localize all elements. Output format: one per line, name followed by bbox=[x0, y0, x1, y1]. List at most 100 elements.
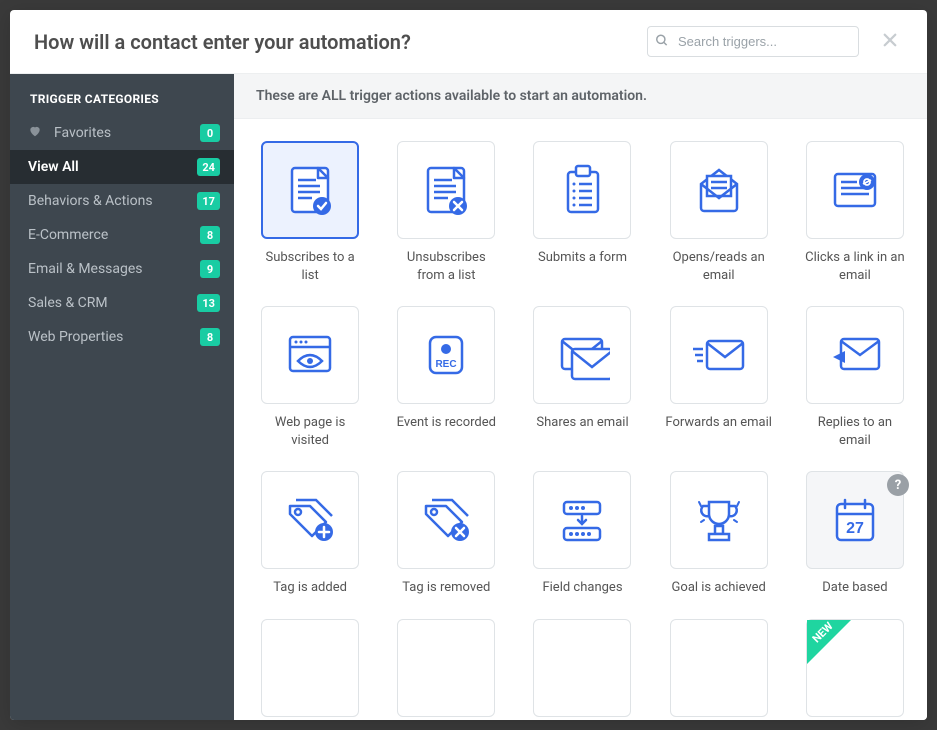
count-badge: 9 bbox=[200, 260, 220, 278]
trigger-label: Goal is achieved bbox=[672, 579, 766, 597]
trigger-card bbox=[670, 471, 768, 569]
envelope-open-icon bbox=[691, 162, 747, 218]
trigger-tile-unsubscribes-from-a-list[interactable]: Unsubscribes from a list bbox=[392, 141, 500, 284]
clipboard-icon bbox=[554, 162, 610, 218]
trigger-card bbox=[670, 141, 768, 239]
sidebar-item-view-all[interactable]: View All24 bbox=[10, 150, 234, 184]
trigger-card bbox=[533, 619, 631, 717]
trigger-tile-forwards-an-email[interactable]: Forwards an email bbox=[665, 306, 773, 449]
sidebar-item-sales-crm[interactable]: Sales & CRM13 bbox=[10, 286, 234, 320]
sidebar-item-email-messages[interactable]: Email & Messages9 bbox=[10, 252, 234, 286]
sidebar-item-label: Email & Messages bbox=[28, 261, 200, 277]
envelope-forward-icon bbox=[691, 327, 747, 383]
trigger-label: Shares an email bbox=[536, 414, 628, 432]
trigger-tile-clicks-a-link-in-an-email[interactable]: Clicks a link in an email bbox=[801, 141, 909, 284]
trophy-icon bbox=[691, 492, 747, 548]
doc-x-icon bbox=[418, 162, 474, 218]
rec-icon bbox=[418, 327, 474, 383]
trigger-tile-goal-is-achieved[interactable]: Goal is achieved bbox=[665, 471, 773, 597]
trigger-label: Clicks a link in an email bbox=[801, 249, 909, 284]
trigger-tile-opens-reads-an-email[interactable]: Opens/reads an email bbox=[665, 141, 773, 284]
sidebar-item-web-properties[interactable]: Web Properties8 bbox=[10, 320, 234, 354]
trigger-label: Opens/reads an email bbox=[665, 249, 773, 284]
search-input[interactable] bbox=[647, 26, 859, 57]
trigger-card bbox=[261, 306, 359, 404]
sidebar-item-label: Favorites bbox=[54, 125, 200, 141]
trigger-tile-trigger-16[interactable] bbox=[392, 619, 500, 720]
banner-text: These are ALL trigger actions available … bbox=[234, 74, 927, 119]
sidebar-item-label: Behaviors & Actions bbox=[28, 193, 197, 209]
sidebar: TRIGGER CATEGORIES Favorites0View All24B… bbox=[10, 74, 234, 720]
tag-add-icon bbox=[282, 492, 338, 548]
blank-icon bbox=[554, 640, 610, 696]
trigger-tile-event-is-recorded[interactable]: Event is recorded bbox=[392, 306, 500, 449]
modal-header: How will a contact enter your automation… bbox=[10, 10, 927, 74]
trigger-label: Forwards an email bbox=[665, 414, 772, 432]
new-badge: NEW bbox=[807, 620, 851, 664]
trigger-card: NEW bbox=[806, 619, 904, 717]
count-badge: 8 bbox=[200, 226, 220, 244]
close-button[interactable] bbox=[877, 27, 903, 56]
trigger-tile-tag-is-added[interactable]: Tag is added bbox=[256, 471, 364, 597]
modal-body: TRIGGER CATEGORIES Favorites0View All24B… bbox=[10, 74, 927, 720]
trigger-tile-submits-a-form[interactable]: Submits a form bbox=[528, 141, 636, 284]
trigger-label: Subscribes to a list bbox=[256, 249, 364, 284]
trigger-card bbox=[261, 471, 359, 569]
envelope-link-icon bbox=[827, 162, 883, 218]
trigger-label: Web page is visited bbox=[256, 414, 364, 449]
blank-icon bbox=[691, 640, 747, 696]
trigger-tile-tag-is-removed[interactable]: Tag is removed bbox=[392, 471, 500, 597]
sidebar-heading: TRIGGER CATEGORIES bbox=[10, 88, 234, 116]
trigger-tile-trigger-18[interactable] bbox=[665, 619, 773, 720]
trigger-label: Tag is removed bbox=[402, 579, 490, 597]
envelope-share-icon bbox=[554, 327, 610, 383]
trigger-card bbox=[806, 306, 904, 404]
trigger-card bbox=[397, 619, 495, 717]
sidebar-item-label: Sales & CRM bbox=[28, 295, 197, 311]
trigger-card bbox=[670, 619, 768, 717]
trigger-card bbox=[533, 471, 631, 569]
trigger-scroll-area[interactable]: Subscribes to a list Unsubscribes from a … bbox=[234, 119, 927, 720]
trigger-tile-field-changes[interactable]: Field changes bbox=[528, 471, 636, 597]
help-button[interactable]: ? bbox=[887, 474, 909, 496]
trigger-card bbox=[397, 306, 495, 404]
count-badge: 0 bbox=[200, 124, 220, 142]
count-badge: 17 bbox=[197, 192, 220, 210]
count-badge: 13 bbox=[197, 294, 220, 312]
trigger-tile-trigger-15[interactable] bbox=[256, 619, 364, 720]
trigger-tile-web-page-is-visited[interactable]: Web page is visited bbox=[256, 306, 364, 449]
blank-icon bbox=[418, 640, 474, 696]
sidebar-item-label: E-Commerce bbox=[28, 227, 200, 243]
trigger-card bbox=[397, 141, 495, 239]
sidebar-item-favorites[interactable]: Favorites0 bbox=[10, 116, 234, 150]
trigger-tile-subscribes-to-a-list[interactable]: Subscribes to a list bbox=[256, 141, 364, 284]
trigger-label: Date based bbox=[822, 579, 887, 597]
modal-title: How will a contact enter your automation… bbox=[34, 30, 647, 54]
sidebar-item-e-commerce[interactable]: E-Commerce8 bbox=[10, 218, 234, 252]
trigger-card bbox=[533, 306, 631, 404]
trigger-label: Submits a form bbox=[538, 249, 627, 267]
heart-icon bbox=[28, 124, 44, 142]
trigger-tile-shares-an-email[interactable]: Shares an email bbox=[528, 306, 636, 449]
trigger-tile-trigger-17[interactable] bbox=[528, 619, 636, 720]
trigger-tile-replies-to-an-email[interactable]: Replies to an email bbox=[801, 306, 909, 449]
trigger-label: Event is recorded bbox=[397, 414, 496, 432]
browser-eye-icon bbox=[282, 327, 338, 383]
trigger-label: Unsubscribes from a list bbox=[392, 249, 500, 284]
trigger-grid: Subscribes to a list Unsubscribes from a … bbox=[256, 141, 909, 720]
field-change-icon bbox=[554, 492, 610, 548]
automation-trigger-modal: How will a contact enter your automation… bbox=[10, 10, 927, 720]
sidebar-item-label: View All bbox=[28, 159, 197, 175]
count-badge: 24 bbox=[197, 158, 220, 176]
trigger-card bbox=[533, 141, 631, 239]
trigger-card bbox=[261, 141, 359, 239]
main-panel: These are ALL trigger actions available … bbox=[234, 74, 927, 720]
doc-check-icon bbox=[282, 162, 338, 218]
count-badge: 8 bbox=[200, 328, 220, 346]
trigger-label: Replies to an email bbox=[801, 414, 909, 449]
trigger-card bbox=[261, 619, 359, 717]
calendar-icon bbox=[827, 492, 883, 548]
trigger-tile-trigger-19[interactable]: NEW bbox=[801, 619, 909, 720]
sidebar-item-behaviors-actions[interactable]: Behaviors & Actions17 bbox=[10, 184, 234, 218]
trigger-card bbox=[397, 471, 495, 569]
